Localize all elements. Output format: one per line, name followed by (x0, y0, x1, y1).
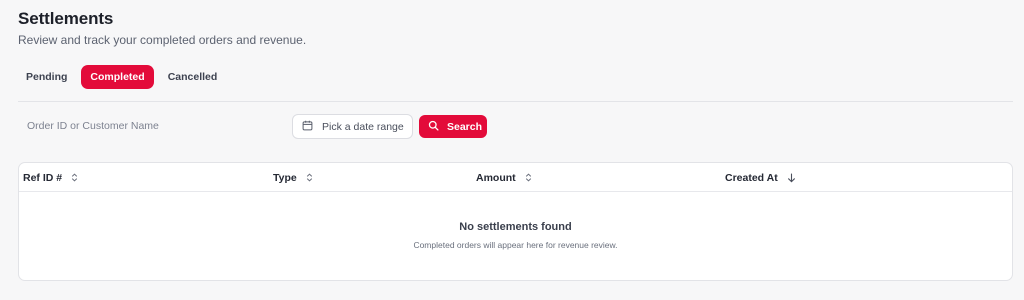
search-icon (428, 120, 439, 134)
empty-state-subtitle: Completed orders will appear here for re… (413, 240, 618, 250)
sort-icon (306, 173, 313, 182)
tabs-divider (18, 101, 1013, 102)
tab-pending[interactable]: Pending (18, 65, 75, 89)
settlements-page: Settlements Review and track your comple… (0, 0, 1024, 300)
column-label: Type (273, 171, 297, 184)
page-subtitle: Review and track your completed orders a… (18, 33, 307, 47)
search-button-label: Search (447, 120, 483, 133)
arrow-down-icon (787, 172, 796, 183)
column-header-ref-id[interactable]: Ref ID # (23, 163, 78, 192)
calendar-icon (302, 120, 313, 134)
column-label: Created At (725, 171, 778, 184)
table-header: Ref ID # Type Amount Created At (19, 163, 1012, 192)
settlements-table: Ref ID # Type Amount Created At No settl… (18, 162, 1013, 281)
sort-icon (71, 173, 78, 182)
status-tabs: Pending Completed Cancelled (18, 65, 225, 89)
sort-icon (525, 173, 532, 182)
tab-completed[interactable]: Completed (81, 65, 154, 89)
date-range-label: Pick a date range (322, 120, 404, 133)
column-label: Ref ID # (23, 171, 63, 184)
column-header-created-at[interactable]: Created At (725, 163, 796, 192)
empty-state-title: No settlements found (459, 221, 572, 233)
column-header-amount[interactable]: Amount (476, 163, 532, 192)
column-header-type[interactable]: Type (273, 163, 313, 192)
column-label: Amount (476, 171, 516, 184)
search-button[interactable]: Search (419, 115, 487, 138)
date-range-picker[interactable]: Pick a date range (292, 114, 413, 139)
tab-cancelled[interactable]: Cancelled (160, 65, 226, 89)
empty-state: No settlements found Completed orders wi… (19, 221, 1012, 250)
page-title: Settlements (18, 9, 114, 28)
search-input[interactable] (18, 115, 280, 137)
